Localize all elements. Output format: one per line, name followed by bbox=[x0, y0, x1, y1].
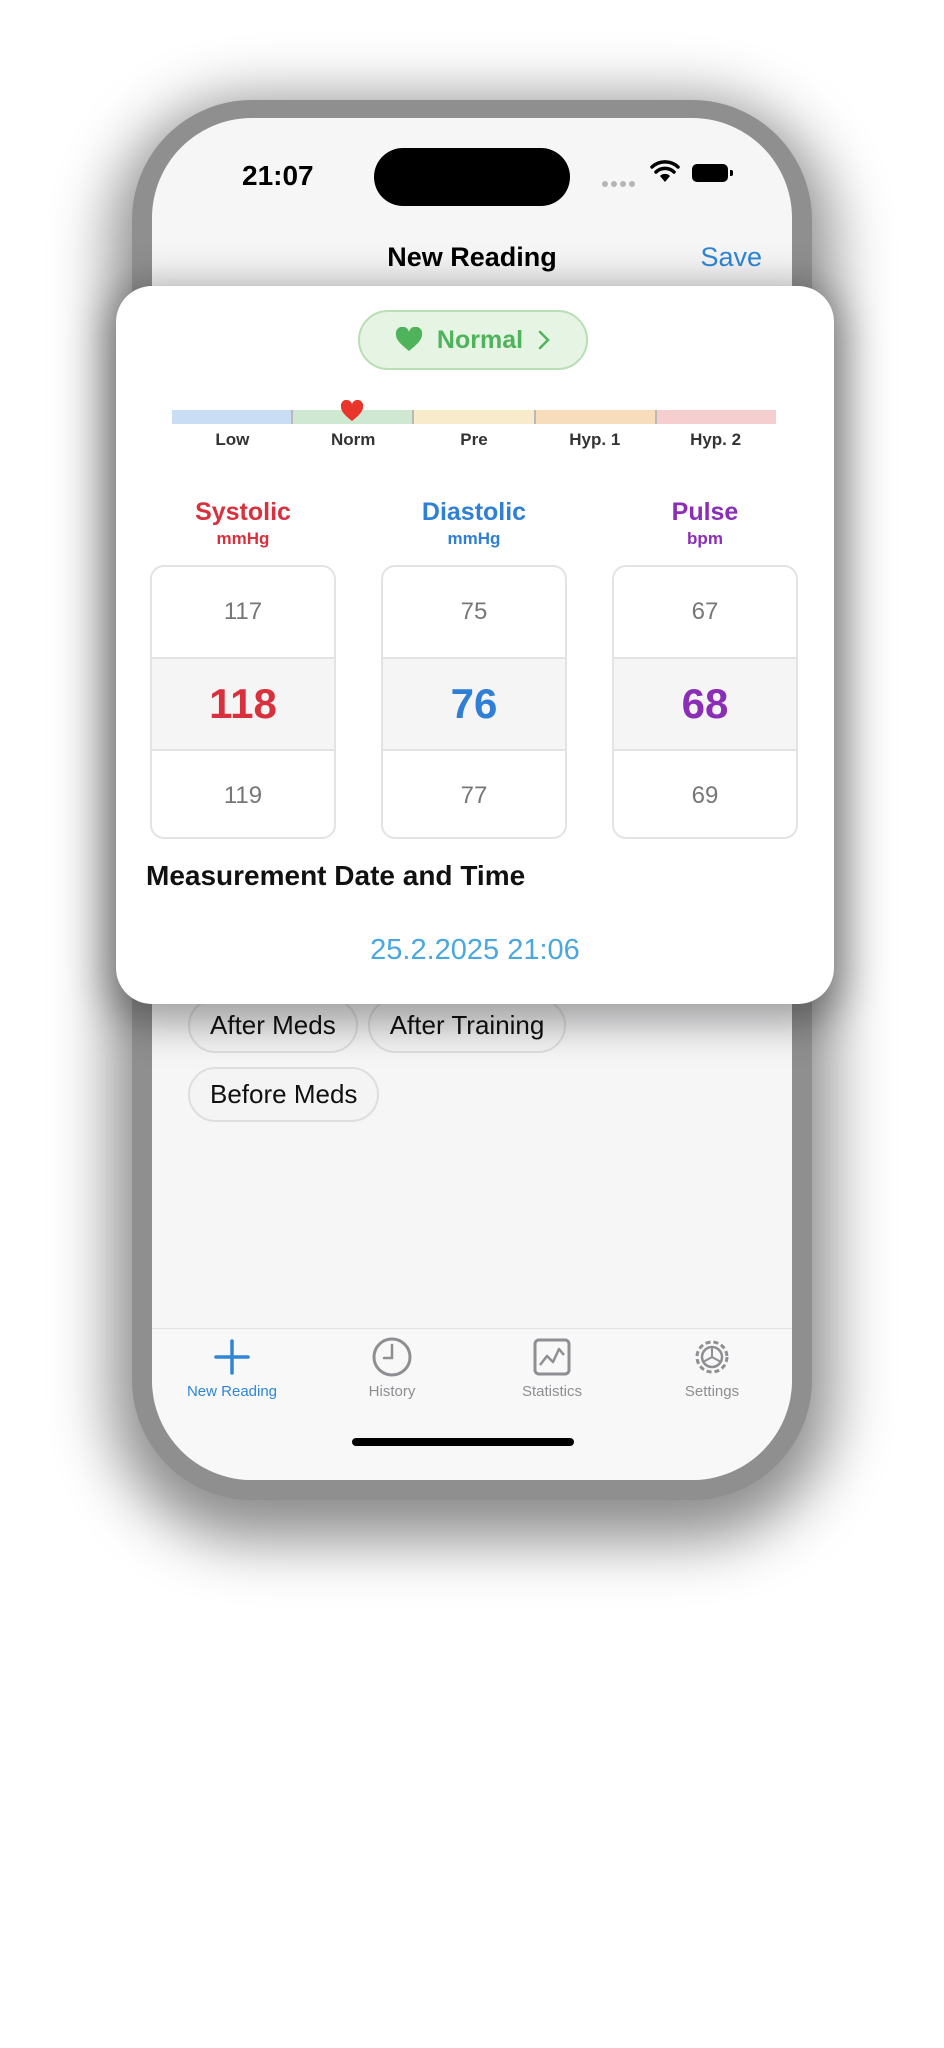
tag-after-meds[interactable]: After Meds bbox=[188, 998, 358, 1053]
tag-list: After Meds After Training Before Meds bbox=[188, 998, 748, 1136]
scale-label-norm: Norm bbox=[330, 430, 376, 449]
scale-label-hyp1: Hyp. 1 bbox=[569, 430, 621, 449]
diastolic-column: Diastolic mmHg 75 76 77 bbox=[381, 498, 567, 839]
home-indicator bbox=[352, 1438, 574, 1446]
save-button[interactable]: Save bbox=[700, 242, 762, 273]
pulse-title: Pulse bbox=[671, 498, 739, 526]
plus-icon bbox=[214, 1339, 250, 1375]
tab-label: New Reading bbox=[186, 1383, 278, 1400]
tab-label: Settings bbox=[684, 1383, 740, 1400]
diastolic-value[interactable]: 76 bbox=[383, 657, 565, 751]
tag-before-meds[interactable]: Before Meds bbox=[188, 1067, 380, 1122]
scale-segment-hyp2 bbox=[656, 410, 777, 424]
chevron-right-icon bbox=[538, 330, 550, 350]
systolic-unit: mmHg bbox=[216, 529, 270, 548]
scale-label-low: Low bbox=[215, 430, 250, 449]
heart-icon bbox=[395, 327, 422, 351]
bp-category-scale: Low Norm Pre Hyp. 1 Hyp. 2 bbox=[172, 400, 777, 450]
measurement-datetime[interactable]: 25.2.2025 21:06 bbox=[116, 934, 834, 967]
scale-bar bbox=[172, 410, 777, 424]
reading-card: Normal Low Norm Pre Hyp. 1 Hyp. 2 Systol… bbox=[116, 286, 834, 1004]
systolic-option-below[interactable]: 119 bbox=[152, 751, 334, 837]
systolic-picker[interactable]: 117 118 119 bbox=[150, 565, 336, 839]
systolic-value[interactable]: 118 bbox=[152, 657, 334, 751]
pulse-unit: bpm bbox=[687, 529, 723, 548]
diastolic-option-below[interactable]: 77 bbox=[383, 751, 565, 837]
tag-after-training[interactable]: After Training bbox=[367, 998, 567, 1053]
battery-icon bbox=[692, 164, 733, 182]
tab-statistics[interactable]: Statistics bbox=[472, 1335, 632, 1400]
status-badge-label: Normal bbox=[436, 325, 524, 354]
status-bar: 21:07 bbox=[152, 118, 792, 228]
nav-title: New Reading bbox=[387, 242, 557, 272]
status-badge[interactable]: Normal bbox=[358, 310, 588, 370]
systolic-title: Systolic bbox=[195, 498, 291, 526]
pulse-option-above[interactable]: 67 bbox=[614, 567, 796, 657]
chart-icon bbox=[533, 1338, 571, 1376]
gear-icon bbox=[695, 1340, 729, 1374]
tab-history[interactable]: History bbox=[312, 1335, 472, 1400]
scale-segment-low bbox=[172, 410, 294, 424]
status-time: 21:07 bbox=[242, 160, 314, 191]
pulse-option-below[interactable]: 69 bbox=[614, 751, 796, 837]
pulse-value[interactable]: 68 bbox=[614, 657, 796, 751]
diastolic-picker[interactable]: 75 76 77 bbox=[381, 565, 567, 839]
systolic-column: Systolic mmHg 117 118 119 bbox=[150, 498, 336, 839]
scale-segment-pre bbox=[414, 410, 536, 424]
wifi-icon bbox=[650, 160, 680, 182]
clock-icon bbox=[372, 1337, 412, 1377]
diastolic-option-above[interactable]: 75 bbox=[383, 567, 565, 657]
tab-label: Statistics bbox=[521, 1383, 582, 1400]
pulse-column: Pulse bpm 67 68 69 bbox=[612, 498, 798, 839]
scale-label-hyp2: Hyp. 2 bbox=[690, 430, 742, 449]
scale-label-pre: Pre bbox=[460, 430, 488, 449]
measurement-section-title: Measurement Date and Time bbox=[146, 860, 526, 891]
tab-new-reading[interactable]: New Reading bbox=[152, 1335, 312, 1400]
tab-label: History bbox=[368, 1383, 416, 1400]
dynamic-island bbox=[374, 148, 570, 206]
pulse-picker[interactable]: 67 68 69 bbox=[612, 565, 798, 839]
heart-marker-icon bbox=[340, 400, 364, 421]
tab-settings[interactable]: Settings bbox=[632, 1335, 792, 1400]
tab-bar: New Reading History Statistics Settings bbox=[152, 1328, 792, 1480]
diastolic-title: Diastolic bbox=[421, 498, 527, 526]
cellular-signal-icon bbox=[602, 174, 638, 192]
systolic-option-above[interactable]: 117 bbox=[152, 567, 334, 657]
scale-segment-hyp1 bbox=[535, 410, 657, 424]
diastolic-unit: mmHg bbox=[447, 529, 501, 548]
